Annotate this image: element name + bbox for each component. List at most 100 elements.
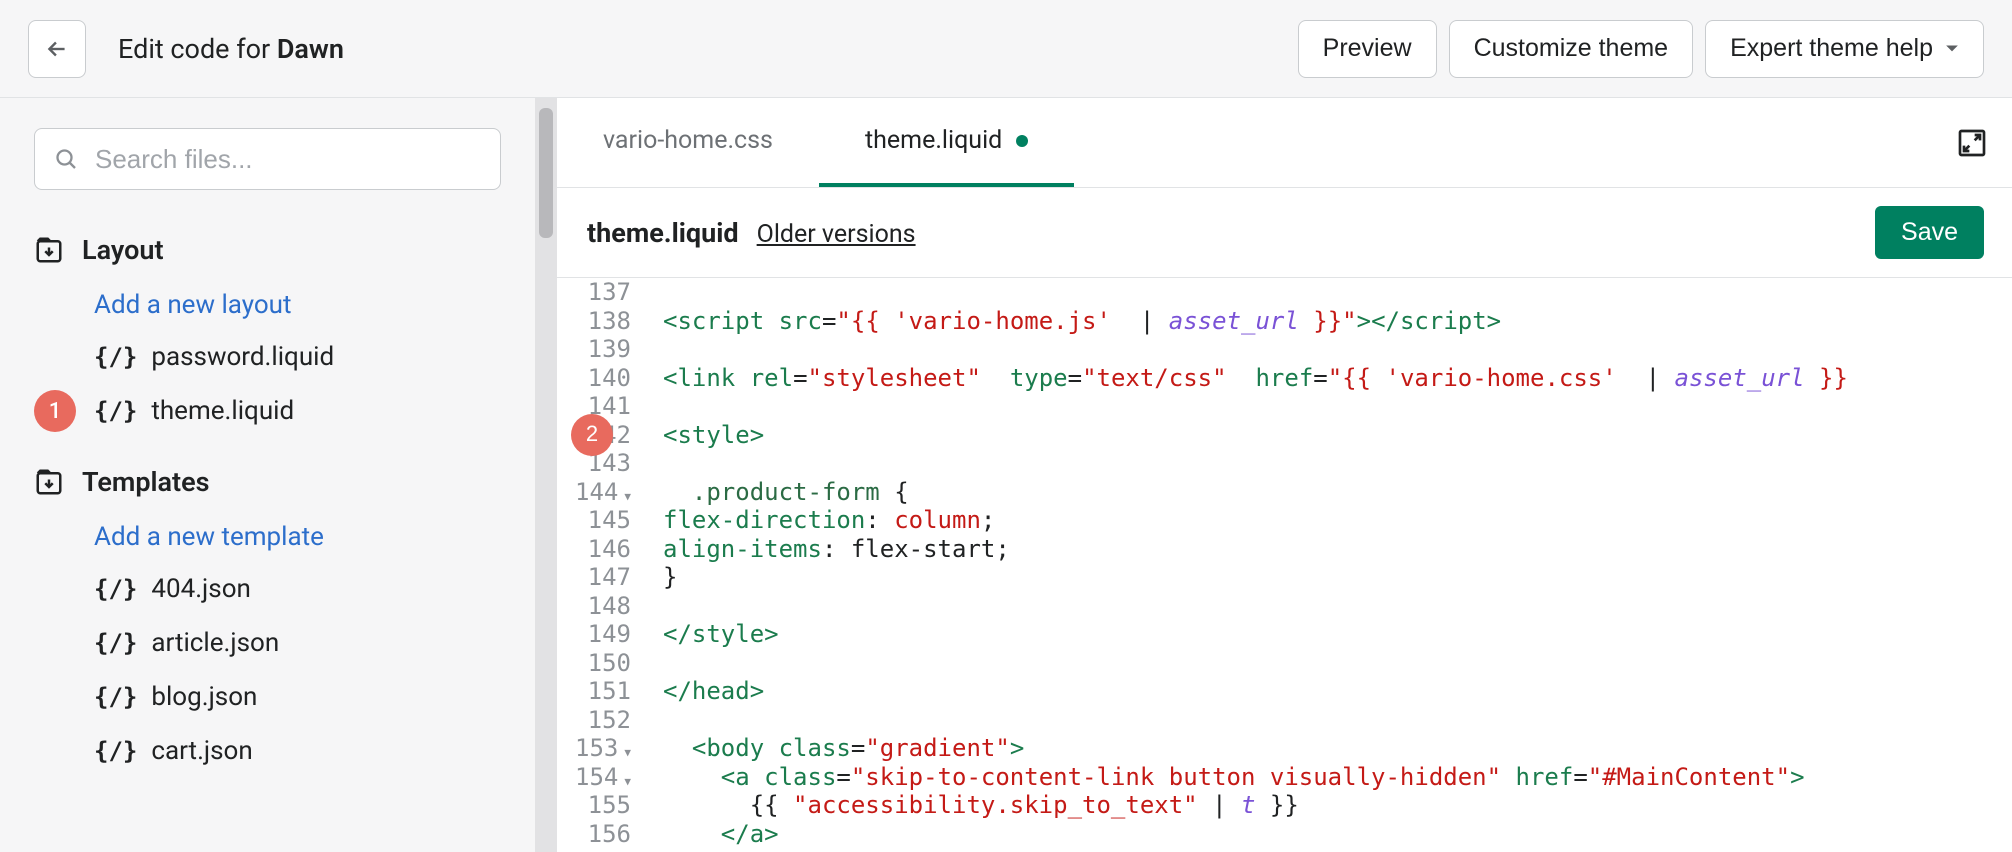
- code-line[interactable]: <style>: [663, 421, 2012, 450]
- section-title: Layout: [82, 234, 164, 266]
- file-header: theme.liquid Older versions Save: [557, 188, 2012, 278]
- add-template-link[interactable]: Add a new template: [34, 512, 501, 562]
- code-line[interactable]: </style>: [663, 620, 2012, 649]
- code-line[interactable]: [663, 848, 2012, 852]
- line-number: 146: [557, 535, 631, 564]
- file-item-cart[interactable]: {/} cart.json: [34, 724, 501, 778]
- line-number: 156: [557, 820, 631, 849]
- app-header: Edit code for Dawn Preview Customize the…: [0, 0, 2012, 98]
- line-number: 138: [557, 307, 631, 336]
- code-line[interactable]: flex-direction: column;: [663, 506, 2012, 535]
- folder-download-icon: [34, 235, 64, 265]
- code-line[interactable]: [663, 592, 2012, 621]
- search-wrap: [34, 128, 501, 190]
- section-header-layout[interactable]: Layout: [34, 220, 501, 280]
- file-label: cart.json: [151, 736, 252, 766]
- expert-help-label: Expert theme help: [1730, 34, 1933, 63]
- modified-indicator-icon: [1016, 135, 1028, 147]
- line-number: 150: [557, 649, 631, 678]
- annotation-badge-1: 1: [34, 390, 76, 432]
- code-line[interactable]: [663, 278, 2012, 307]
- line-number: 139: [557, 335, 631, 364]
- line-number: 154: [557, 763, 631, 792]
- file-item-article[interactable]: {/} article.json: [34, 616, 501, 670]
- line-number: 157: [557, 848, 631, 852]
- folder-download-icon: [34, 467, 64, 497]
- annotation-badge-2: 2: [571, 414, 613, 456]
- header-actions: Preview Customize theme Expert theme hel…: [1298, 20, 1984, 78]
- code-line[interactable]: align-items: flex-start;: [663, 535, 2012, 564]
- line-number: 147: [557, 563, 631, 592]
- expand-editor-button[interactable]: [1946, 117, 1998, 169]
- page-title: Edit code for Dawn: [118, 33, 344, 65]
- section-title: Templates: [82, 466, 210, 498]
- line-number: 153: [557, 734, 631, 763]
- scrollbar-thumb[interactable]: [539, 108, 553, 238]
- line-gutter: 2137138139140141142143144145146147148149…: [557, 278, 643, 852]
- line-number: 151: [557, 677, 631, 706]
- line-number: 148: [557, 592, 631, 621]
- file-item-blog[interactable]: {/} blog.json: [34, 670, 501, 724]
- tab-vario-home-css[interactable]: vario-home.css: [557, 98, 819, 187]
- file-header-left: theme.liquid Older versions: [587, 217, 916, 249]
- code-line[interactable]: </head>: [663, 677, 2012, 706]
- code-line[interactable]: <a class="skip-to-content-link button vi…: [663, 763, 2012, 792]
- expand-icon: [1956, 127, 1988, 159]
- code-line[interactable]: {{ "accessibility.skip_to_text" | t }}: [663, 791, 2012, 820]
- code-line[interactable]: }: [663, 563, 2012, 592]
- tab-label: vario-home.css: [603, 126, 773, 155]
- title-theme: Dawn: [277, 33, 344, 65]
- line-number: 155: [557, 791, 631, 820]
- code-line[interactable]: .product-form {: [663, 478, 2012, 507]
- arrow-left-icon: [44, 36, 70, 62]
- code-editor[interactable]: 2137138139140141142143144145146147148149…: [557, 278, 2012, 852]
- main-area: Layout Add a new layout {/} password.liq…: [0, 98, 2012, 852]
- line-number: 145: [557, 506, 631, 535]
- section-header-templates[interactable]: Templates: [34, 452, 501, 512]
- tab-label: theme.liquid: [865, 126, 1002, 155]
- search-input[interactable]: [34, 128, 501, 190]
- editor-tabs: vario-home.css theme.liquid: [557, 98, 2012, 188]
- line-number: 140: [557, 364, 631, 393]
- line-number: 152: [557, 706, 631, 735]
- code-line[interactable]: <link rel="stylesheet" type="text/css" h…: [663, 364, 2012, 393]
- editor-pane: vario-home.css theme.liquid theme.liquid…: [557, 98, 2012, 852]
- title-prefix: Edit code for: [118, 33, 277, 65]
- code-line[interactable]: [663, 706, 2012, 735]
- code-line[interactable]: [663, 335, 2012, 364]
- sidebar-resizer[interactable]: [535, 98, 557, 852]
- caret-down-icon: [1945, 44, 1959, 54]
- customize-theme-button[interactable]: Customize theme: [1449, 20, 1694, 78]
- file-label: password.liquid: [151, 342, 334, 372]
- file-item-404[interactable]: {/} 404.json: [34, 562, 501, 616]
- file-sidebar: Layout Add a new layout {/} password.liq…: [0, 98, 535, 852]
- code-file-icon: {/}: [94, 343, 137, 371]
- file-label: 404.json: [151, 574, 251, 604]
- older-versions-link[interactable]: Older versions: [757, 220, 916, 249]
- code-line[interactable]: [663, 649, 2012, 678]
- code-content[interactable]: <script src="{{ 'vario-home.js' | asset_…: [643, 278, 2012, 852]
- line-number: 149: [557, 620, 631, 649]
- back-button[interactable]: [28, 20, 86, 78]
- save-button[interactable]: Save: [1875, 206, 1984, 259]
- header-left: Edit code for Dawn: [28, 20, 344, 78]
- code-file-icon: {/}: [94, 629, 137, 657]
- code-line[interactable]: <body class="gradient">: [663, 734, 2012, 763]
- code-line[interactable]: [663, 449, 2012, 478]
- file-label: article.json: [151, 628, 279, 658]
- expert-help-button[interactable]: Expert theme help: [1705, 20, 1984, 78]
- code-line[interactable]: <script src="{{ 'vario-home.js' | asset_…: [663, 307, 2012, 336]
- code-file-icon: {/}: [94, 683, 137, 711]
- code-file-icon: {/}: [94, 575, 137, 603]
- file-item-password[interactable]: {/} password.liquid: [34, 330, 501, 384]
- file-item-theme[interactable]: 1 {/} theme.liquid: [34, 384, 501, 438]
- code-file-icon: {/}: [94, 397, 137, 425]
- line-number: 137: [557, 278, 631, 307]
- code-line[interactable]: [663, 392, 2012, 421]
- preview-button[interactable]: Preview: [1298, 20, 1437, 78]
- code-line[interactable]: </a>: [663, 820, 2012, 849]
- add-layout-link[interactable]: Add a new layout: [34, 280, 501, 330]
- file-label: blog.json: [151, 682, 257, 712]
- tab-theme-liquid[interactable]: theme.liquid: [819, 98, 1074, 187]
- code-file-icon: {/}: [94, 737, 137, 765]
